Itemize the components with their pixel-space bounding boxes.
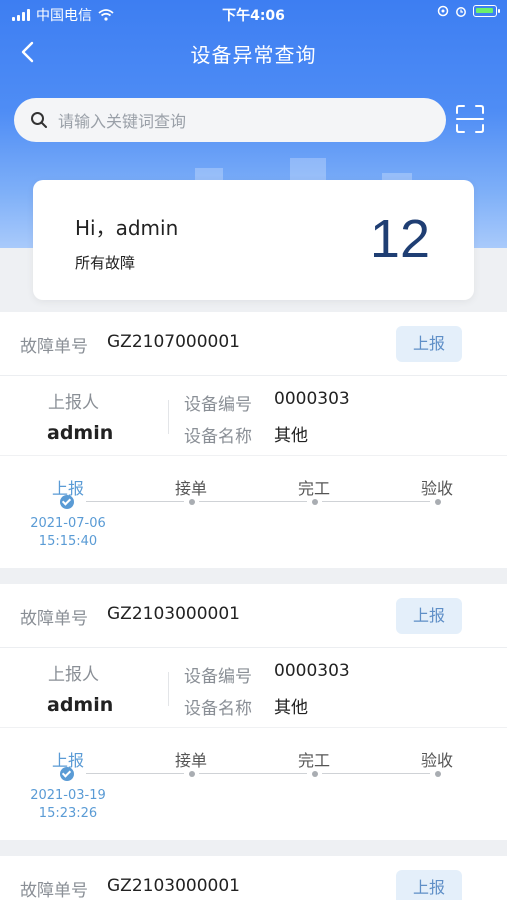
step-dot bbox=[312, 499, 318, 505]
report-datetime: 2021-03-19 15:23:26 bbox=[26, 787, 110, 823]
fault-no-label: 故障单号 bbox=[20, 881, 88, 900]
step-dot bbox=[435, 499, 441, 505]
device-name-label: 设备名称 bbox=[184, 427, 252, 447]
fault-no: GZ2103000001 bbox=[107, 876, 240, 896]
device-code-value: 0000303 bbox=[274, 661, 350, 681]
alarm-icon bbox=[456, 7, 466, 17]
reporter-value: admin bbox=[47, 422, 114, 444]
device-name-value: 其他 bbox=[274, 698, 308, 718]
search-icon bbox=[31, 112, 47, 128]
step-verify: 验收 bbox=[421, 479, 454, 498]
device-code-label: 设备编号 bbox=[184, 667, 252, 687]
check-icon bbox=[60, 767, 74, 781]
step-accept: 接单 bbox=[175, 751, 208, 770]
fault-card[interactable]: 故障单号 GZ2103000001 上报 上报人 admin 设备编号 0000… bbox=[0, 584, 507, 840]
device-name-value: 其他 bbox=[274, 426, 308, 446]
status-badge[interactable]: 上报 bbox=[396, 870, 462, 900]
step-complete: 完工 bbox=[298, 479, 331, 498]
search-placeholder: 请输入关键词查询 bbox=[58, 112, 187, 131]
card-info: 上报人 admin 设备编号 0000303 设备名称 其他 bbox=[0, 376, 507, 456]
status-badge[interactable]: 上报 bbox=[396, 598, 462, 634]
fault-count: 12 bbox=[369, 209, 430, 269]
location-icon bbox=[437, 5, 449, 17]
fault-card[interactable]: 故障单号 GZ2103000001 上报 bbox=[0, 856, 507, 900]
fault-no-label: 故障单号 bbox=[20, 609, 88, 629]
progress-line bbox=[322, 501, 430, 502]
card-header: 故障单号 GZ2107000001 上报 bbox=[0, 312, 507, 376]
step-dot bbox=[312, 771, 318, 777]
summary-card: Hi，admin 所有故障 12 bbox=[33, 180, 474, 300]
check-icon bbox=[60, 495, 74, 509]
greeting: Hi，admin bbox=[75, 216, 179, 240]
step-accept: 接单 bbox=[175, 479, 208, 498]
scan-icon[interactable] bbox=[454, 103, 486, 135]
reporter-value: admin bbox=[47, 694, 114, 716]
status-bar: 中国电信 下午4:06 bbox=[0, 0, 507, 28]
reporter-label: 上报人 bbox=[48, 393, 99, 413]
status-badge[interactable]: 上报 bbox=[396, 326, 462, 362]
summary-label: 所有故障 bbox=[75, 254, 136, 272]
fault-card[interactable]: 故障单号 GZ2107000001 上报 上报人 admin 设备编号 0000… bbox=[0, 312, 507, 568]
fault-list: 故障单号 GZ2107000001 上报 上报人 admin 设备编号 0000… bbox=[0, 312, 507, 900]
card-header: 故障单号 GZ2103000001 上报 bbox=[0, 856, 507, 900]
step-dot bbox=[435, 771, 441, 777]
device-name-label: 设备名称 bbox=[184, 699, 252, 719]
progress-line bbox=[322, 773, 430, 774]
progress-line bbox=[86, 773, 184, 774]
report-date: 2021-07-06 bbox=[30, 516, 106, 531]
status-time: 下午4:06 bbox=[222, 8, 285, 24]
fault-no-label: 故障单号 bbox=[20, 337, 88, 357]
report-datetime: 2021-07-06 15:15:40 bbox=[26, 515, 110, 551]
progress-line bbox=[86, 501, 184, 502]
card-header: 故障单号 GZ2103000001 上报 bbox=[0, 584, 507, 648]
search-input[interactable]: 请输入关键词查询 bbox=[14, 98, 446, 142]
divider bbox=[168, 672, 169, 706]
progress-flow: 上报 接单 完工 验收 2021-03-19 15:23:26 bbox=[0, 728, 507, 840]
report-time: 15:15:40 bbox=[38, 534, 98, 549]
card-info: 上报人 admin 设备编号 0000303 设备名称 其他 bbox=[0, 648, 507, 728]
divider bbox=[168, 400, 169, 434]
progress-line bbox=[199, 773, 307, 774]
progress-line bbox=[199, 501, 307, 502]
step-dot bbox=[189, 499, 195, 505]
nav-bar: 设备异常查询 bbox=[0, 30, 507, 74]
battery-icon bbox=[473, 5, 500, 17]
step-complete: 完工 bbox=[298, 751, 331, 770]
step-dot bbox=[189, 771, 195, 777]
fault-no: GZ2107000001 bbox=[107, 332, 240, 352]
reporter-label: 上报人 bbox=[48, 665, 99, 685]
progress-flow: 上报 接单 完工 验收 2021-07-06 15:15:40 bbox=[0, 456, 507, 568]
step-verify: 验收 bbox=[421, 751, 454, 770]
report-date: 2021-03-19 bbox=[30, 788, 106, 803]
device-code-label: 设备编号 bbox=[184, 395, 252, 415]
fault-no: GZ2103000001 bbox=[107, 604, 240, 624]
device-code-value: 0000303 bbox=[274, 389, 350, 409]
report-time: 15:23:26 bbox=[38, 806, 98, 821]
page-title: 设备异常查询 bbox=[190, 43, 317, 67]
